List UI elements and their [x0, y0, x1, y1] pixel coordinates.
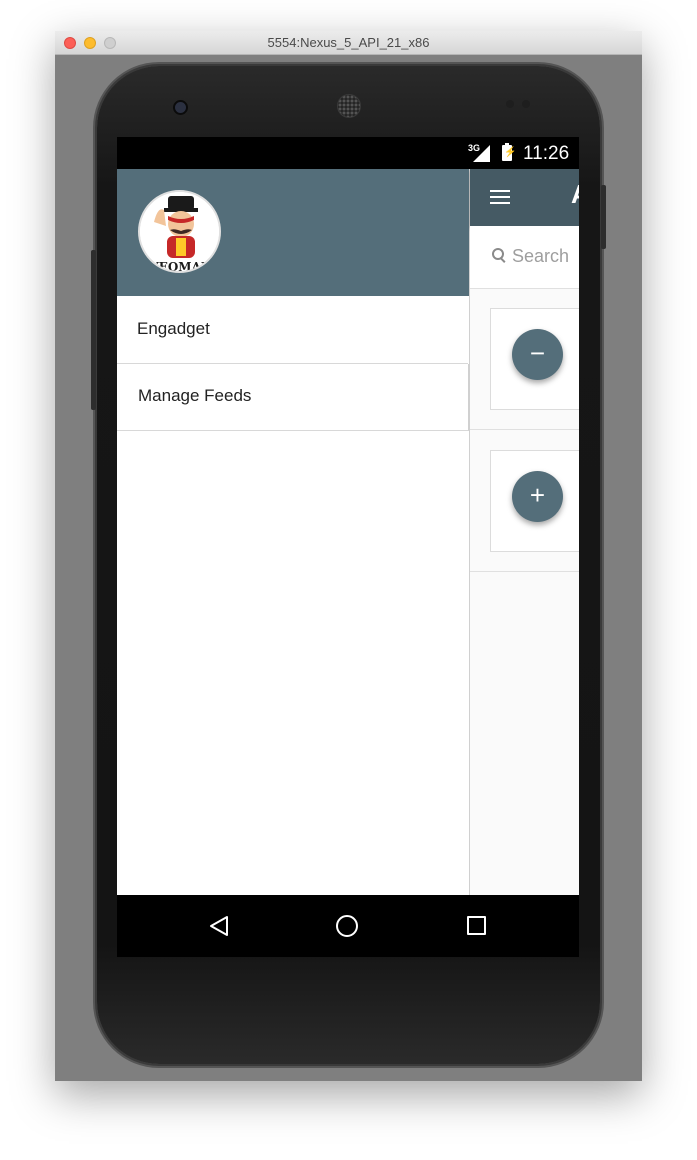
drawer-item-engadget[interactable]: Engadget: [117, 297, 468, 364]
svg-text:YEOMAN: YEOMAN: [149, 260, 212, 273]
signal-icon: [473, 145, 490, 162]
feed-card: −: [490, 308, 579, 410]
add-fab-button[interactable]: +: [512, 471, 563, 522]
home-circle-icon[interactable]: [336, 915, 358, 937]
volume-button: [91, 250, 96, 410]
card-divider: [470, 571, 579, 572]
search-bar[interactable]: Search: [470, 226, 579, 289]
hamburger-icon[interactable]: [490, 190, 510, 205]
feed-card: +: [490, 450, 579, 552]
light-sensor: [522, 100, 530, 108]
status-bar: 3G ⚡ 11:26: [117, 137, 579, 169]
back-triangle-icon[interactable]: [208, 915, 230, 937]
toolbar-title: A: [571, 179, 579, 210]
window-title: 5554:Nexus_5_API_21_x86: [267, 35, 430, 50]
search-icon: [492, 248, 504, 260]
device-screen: 3G ⚡ 11:26 A Search − +: [117, 137, 579, 957]
power-button: [601, 185, 606, 249]
yeoman-avatar-icon: YEOMAN: [140, 192, 219, 273]
avatar[interactable]: YEOMAN: [138, 190, 221, 273]
front-camera: [173, 100, 188, 115]
status-time: 11:26: [523, 143, 570, 164]
drawer-item-label: Manage Feeds: [138, 386, 252, 405]
proximity-sensor: [506, 100, 514, 108]
recent-apps-icon[interactable]: [467, 916, 486, 935]
earpiece-speaker: [337, 94, 361, 118]
drawer-header: YEOMAN: [117, 169, 469, 296]
charging-bolt-icon: ⚡: [504, 147, 517, 158]
main-content: A Search − +: [469, 169, 579, 895]
system-nav-bar: [117, 895, 579, 957]
card-divider: [470, 429, 579, 430]
remove-fab-button[interactable]: −: [512, 329, 563, 380]
app-toolbar: A: [470, 169, 579, 226]
drawer-item-manage-feeds[interactable]: Manage Feeds: [117, 364, 469, 431]
window-titlebar: 5554:Nexus_5_API_21_x86: [55, 31, 642, 55]
navigation-drawer: YEOMAN Engadget Manage Feeds: [117, 169, 469, 895]
drawer-item-label: Engadget: [137, 319, 210, 338]
battery-icon: ⚡: [502, 143, 516, 161]
search-placeholder: Search: [512, 246, 570, 266]
